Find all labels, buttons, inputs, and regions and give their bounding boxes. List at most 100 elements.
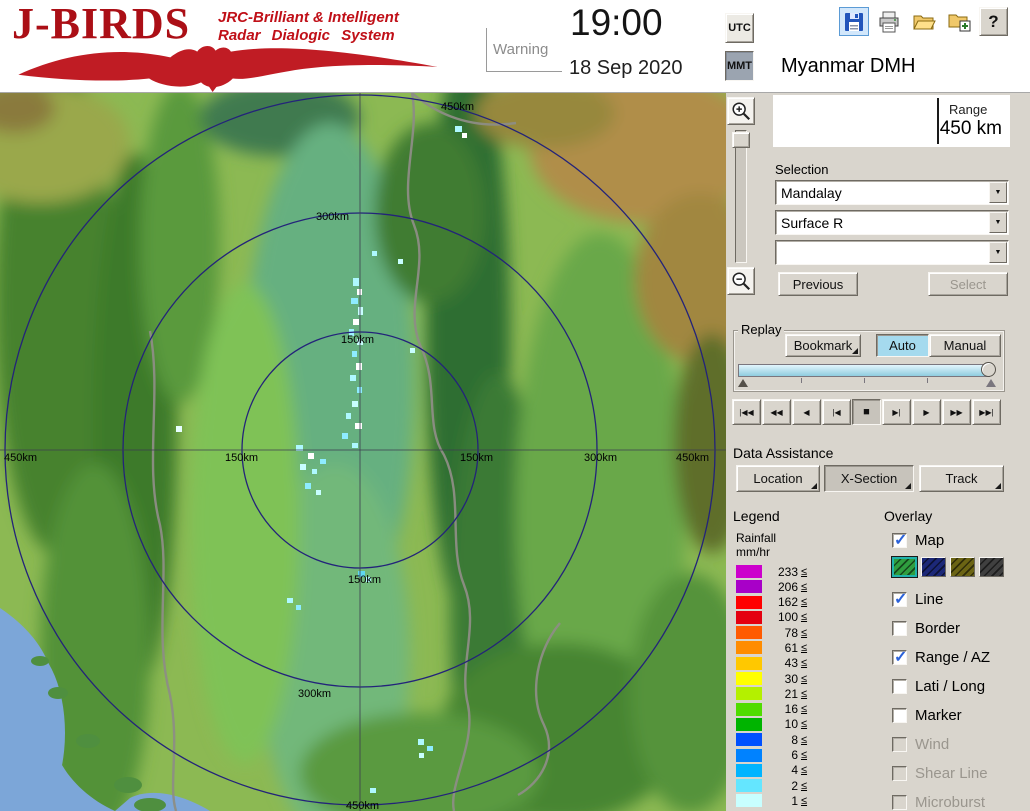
eagle-logo-icon [18,46,438,92]
playback-play-reverse-button[interactable]: ◀ [792,399,821,425]
warning-status: Warning [486,28,562,72]
legend-suffix: ≤ [801,611,808,624]
x-section-button[interactable]: X-Section [824,465,914,492]
app-logo-title: J-BIRDS [12,0,191,48]
chevron-down-icon[interactable]: ▼ [989,242,1007,263]
auto-button[interactable]: Auto [876,334,929,357]
help-icon[interactable]: ? [979,7,1008,36]
location-button[interactable]: Location [736,465,820,492]
map-color-swatch-gray[interactable] [979,557,1004,577]
legend-value: 206 [777,579,798,594]
chevron-down-icon[interactable]: ▼ [989,212,1007,233]
legend-suffix: ≤ [801,703,808,716]
legend-suffix: ≤ [801,733,808,746]
site-dropdown[interactable]: Mandalay ▼ [775,180,1009,205]
utc-toggle-button[interactable]: UTC [725,13,754,43]
legend-row: 43 ≤ [736,656,807,671]
select-button[interactable]: Select [928,272,1008,296]
overlay-checkbox-marker[interactable]: Marker [892,707,962,724]
previous-button[interactable]: Previous [778,272,858,296]
legend-value: 4 [791,763,798,778]
checkbox-box[interactable]: ✓ [892,591,907,608]
range-label: 300km [298,688,331,700]
time-slider-track[interactable] [738,364,990,377]
playback-step-back-button[interactable]: |◀ [822,399,851,425]
playback-skip-end-button[interactable]: ▶▶| [972,399,1001,425]
overlay-checkbox-range-az[interactable]: ✓ Range / AZ [892,649,990,666]
manual-button[interactable]: Manual [929,334,1001,357]
range-label: 450km [4,452,37,464]
selection-section-label: Selection [775,162,829,177]
playback-stop-button[interactable]: ■ [852,399,881,425]
chevron-down-icon[interactable]: ▼ [989,182,1007,203]
site-dropdown-value: Mandalay [781,184,842,201]
playback-play-button[interactable]: ▶ [912,399,941,425]
legend-value: 162 [777,595,798,610]
track-button[interactable]: Track [919,465,1004,492]
zoom-in-button[interactable] [727,97,755,125]
export-folder-icon[interactable] [944,7,974,36]
clock-time: 19:00 [570,2,663,43]
playback-step-forward-button[interactable]: ▶| [882,399,911,425]
legend-color-swatch [736,626,762,640]
zoom-out-button[interactable] [727,267,755,295]
extra-dropdown[interactable]: ▼ [775,240,1009,265]
legend-value: 6 [791,748,798,763]
checkbox-box [892,766,907,781]
legend-color-swatch [736,702,762,716]
print-icon[interactable] [874,7,904,36]
slider-end-marker [986,379,996,387]
check-icon: ✓ [894,649,908,666]
radar-map-canvas[interactable]: 450km 300km 150km 450km 150km 150km 300k… [0,43,765,811]
legend-unit-line2: mm/hr [736,545,770,559]
legend-suffix: ≤ [801,596,808,609]
app-logo-subtitle-2: Radar Dialogic System [218,27,395,44]
checkbox-label: Line [915,591,944,608]
legend-color-swatch [736,565,762,578]
legend-section-label: Legend [733,508,780,524]
time-slider[interactable] [738,362,998,387]
playback-skip-start-button[interactable]: |◀◀ [732,399,761,425]
product-dropdown[interactable]: Surface R ▼ [775,210,1009,235]
legend-row: 78 ≤ [736,626,807,640]
overlay-checkbox-map[interactable]: ✓ Map [892,532,944,549]
legend-value: 21 [784,686,798,701]
map-color-swatch-green[interactable] [891,556,918,578]
legend-color-swatch [736,656,762,670]
header: J-BIRDS JRC-Brilliant & Intelligent Rada… [0,0,1030,93]
map-color-swatch-olive[interactable] [950,557,975,577]
radar-map[interactable]: 450km 300km 150km 450km 150km 150km 300k… [0,43,765,811]
time-slider-thumb[interactable] [981,362,996,377]
legend-color-swatch [736,672,762,686]
legend-row: 8 ≤ [736,733,808,747]
overlay-checkbox-border[interactable]: Border [892,620,960,637]
bookmark-button[interactable]: Bookmark [785,334,861,357]
checkbox-box[interactable]: ✓ [892,649,908,666]
checkbox-box[interactable] [892,708,907,723]
zoom-slider-track[interactable] [735,130,747,263]
playback-fast-forward-button[interactable]: ▶▶ [942,399,971,425]
map-color-swatch-navy[interactable] [921,557,946,577]
slider-tick [927,378,928,383]
legend-suffix: ≤ [801,718,808,731]
checkbox-box[interactable]: ✓ [892,532,907,549]
overlay-checkbox-lati-long[interactable]: Lati / Long [892,678,985,695]
legend-suffix: ≤ [801,580,808,593]
checkbox-box[interactable] [892,621,907,636]
mmt-toggle-button[interactable]: MMT [725,51,754,81]
checkbox-box [892,737,907,752]
legend-value: 233 [777,564,798,579]
playback-rewind-button[interactable]: ◀◀ [762,399,791,425]
legend-color-swatch [736,687,762,701]
range-label: 150km [225,452,258,464]
overlay-checkbox-microburst: Microburst [892,794,985,811]
checkbox-box[interactable] [892,679,907,694]
legend-value: 2 [791,778,798,793]
legend-value: 43 [784,656,798,671]
save-icon[interactable] [839,7,869,36]
legend-value: 10 [784,717,798,732]
open-folder-icon[interactable] [909,7,939,36]
legend-row: 4 ≤ [736,763,807,778]
zoom-slider-thumb[interactable] [732,132,750,148]
overlay-checkbox-line[interactable]: ✓ Line [892,591,943,608]
